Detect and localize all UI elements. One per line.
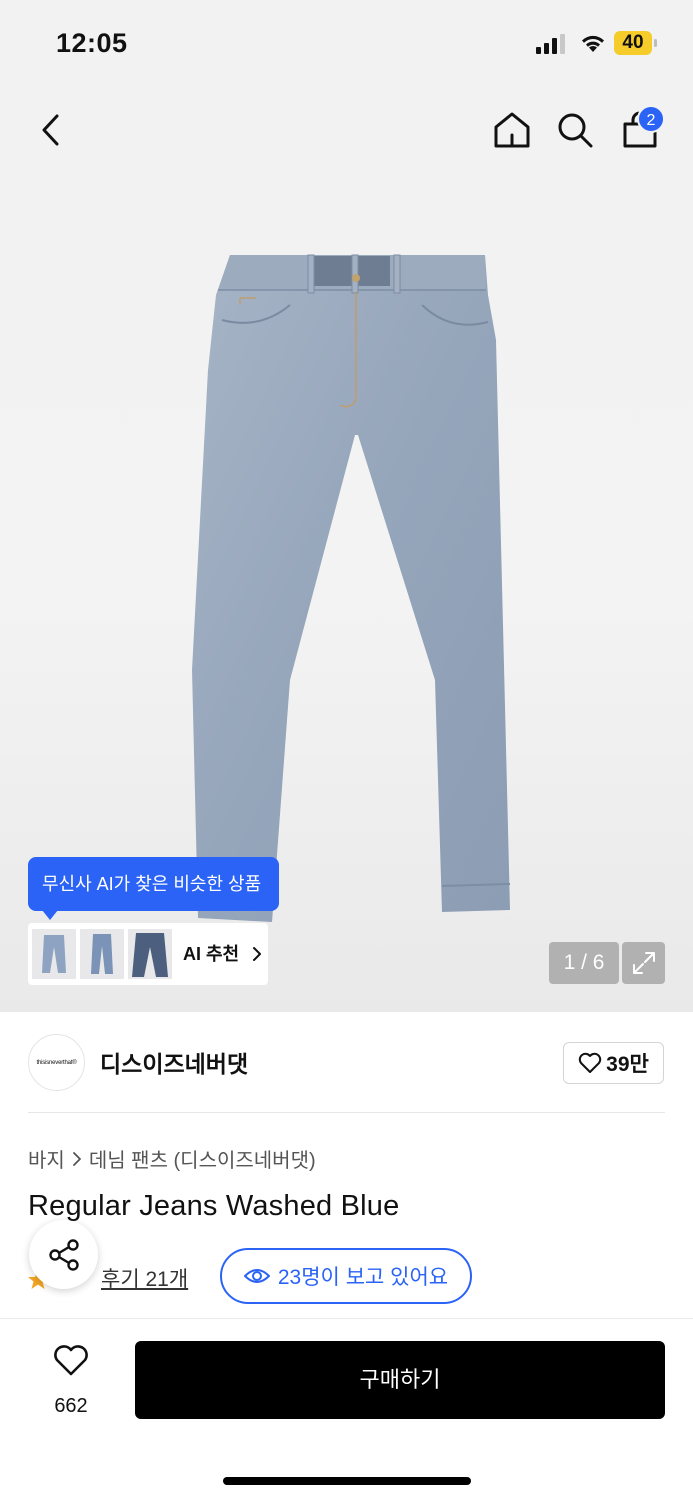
jeans-thumbnail-icon — [91, 934, 113, 974]
cart-count-badge: 2 — [637, 105, 665, 133]
share-icon — [48, 1238, 79, 1271]
product-title: Regular Jeans Washed Blue — [28, 1190, 400, 1222]
home-icon — [494, 112, 530, 148]
divider — [28, 1112, 665, 1113]
brand-name[interactable]: 디스이즈네버댓 — [100, 1045, 248, 1079]
viewers-pill: 23명이 보고 있어요 — [220, 1248, 472, 1304]
bottom-action-bar: 662 구매하기 — [0, 1318, 693, 1500]
heart-outline-icon — [54, 1345, 88, 1376]
share-button[interactable] — [29, 1220, 98, 1289]
buy-button[interactable]: 구매하기 — [135, 1341, 665, 1419]
status-bar: 12:05 40 — [0, 0, 693, 90]
home-indicator — [223, 1477, 471, 1485]
battery-indicator: 40 — [614, 31, 658, 55]
home-button[interactable] — [490, 108, 534, 152]
battery-level: 40 — [622, 32, 644, 53]
ai-recommend-label: AI 추천 — [183, 944, 240, 964]
search-icon — [558, 113, 593, 148]
expand-image-button[interactable] — [622, 942, 665, 984]
ai-recommend-row[interactable]: AI 추천 — [28, 923, 268, 985]
expand-icon — [632, 952, 655, 974]
image-pager: 1 / 6 — [549, 942, 619, 984]
ai-thumbnail[interactable] — [80, 929, 124, 979]
brand-logo-text: thisisneverthat® — [36, 1059, 77, 1066]
ai-thumbnail[interactable] — [32, 929, 76, 979]
breadcrumb-category[interactable]: 바지 — [28, 1144, 65, 1173]
search-button[interactable] — [553, 108, 597, 152]
product-like-count: 662 — [54, 1395, 88, 1417]
brand-logo[interactable]: thisisneverthat® — [28, 1034, 85, 1091]
top-nav — [0, 100, 693, 160]
review-link[interactable]: 후기 21개 — [101, 1263, 188, 1293]
brand-row: thisisneverthat® 디스이즈네버댓 39만 — [0, 1012, 693, 1112]
wifi-icon — [582, 35, 604, 52]
brand-like-button[interactable]: 39만 — [563, 1042, 664, 1084]
chevron-right-icon — [72, 1151, 81, 1166]
status-time: 12:05 — [56, 28, 128, 58]
ai-similar-tooltip[interactable]: 무신사 AI가 찾은 비슷한 상품 — [28, 857, 279, 920]
chevron-right-icon — [253, 947, 261, 961]
back-button[interactable] — [28, 108, 72, 152]
brand-like-count: 39만 — [606, 1053, 649, 1076]
eye-icon — [243, 1269, 270, 1283]
product-image[interactable] — [180, 250, 520, 940]
breadcrumb: 바지 데님 팬츠 (디스이즈네버댓) — [28, 1144, 316, 1173]
jeans-thumbnail-icon — [42, 935, 66, 973]
ai-thumbnail[interactable] — [128, 929, 172, 979]
heart-outline-icon — [578, 1052, 602, 1073]
breadcrumb-subcategory[interactable]: 데님 팬츠 (디스이즈네버댓) — [89, 1144, 316, 1173]
viewers-text: 23명이 보고 있어요 — [277, 1266, 449, 1289]
signal-icon — [536, 34, 565, 54]
product-like-button[interactable]: 662 — [36, 1343, 106, 1423]
jeans-thumbnail-icon — [132, 933, 168, 977]
chevron-left-icon — [42, 114, 59, 146]
